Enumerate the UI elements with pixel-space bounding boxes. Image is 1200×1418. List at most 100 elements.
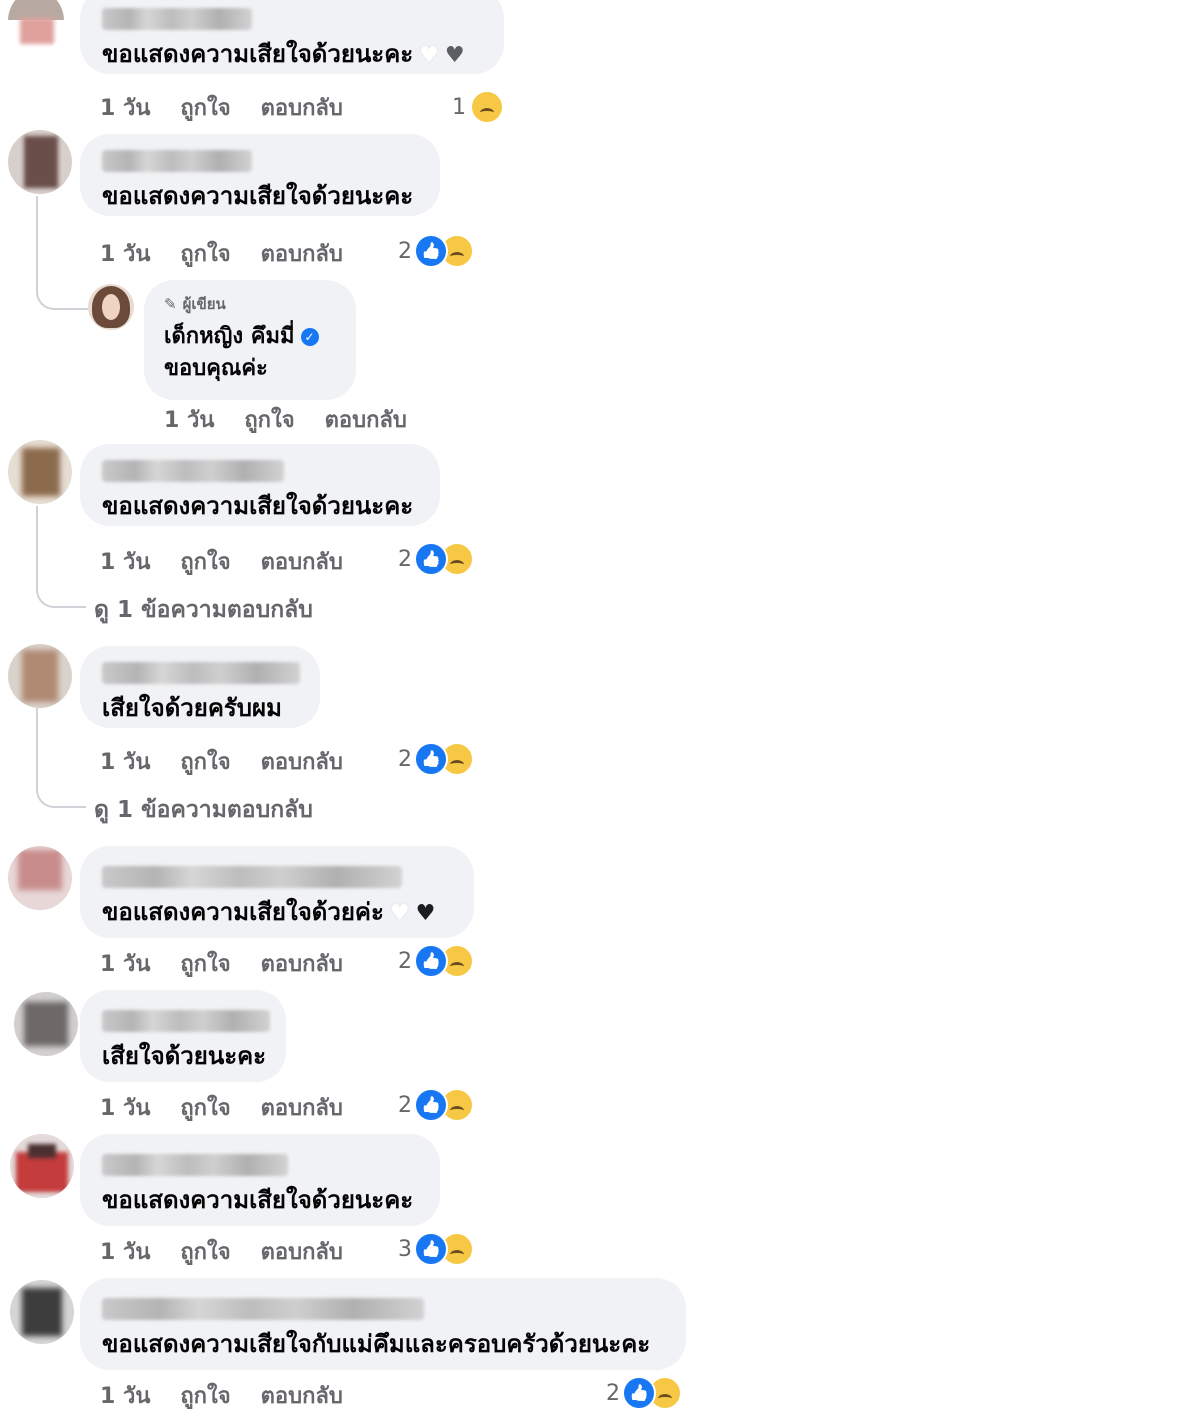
avatar[interactable] [8, 644, 72, 708]
reaction-summary[interactable]: 2 [398, 944, 474, 978]
commenter-name[interactable] [102, 1154, 288, 1176]
commenter-name[interactable] [102, 662, 300, 684]
like-button[interactable]: ถูกใจ [180, 90, 230, 125]
comment-time[interactable]: 1 วัน [100, 946, 150, 981]
avatar[interactable] [8, 846, 72, 910]
reaction-count: 2 [398, 948, 412, 974]
avatar[interactable] [8, 0, 64, 52]
white-heart-icon: ♥ [389, 901, 410, 926]
like-button[interactable]: ถูกใจ [180, 1090, 230, 1125]
comment-text: ขอแสดงความเสียใจกับแม่คึมและครอบครัวด้วย… [102, 1330, 651, 1358]
reaction-summary[interactable]: 1 [452, 90, 504, 124]
reaction-count: 2 [398, 1092, 412, 1118]
commenter-name[interactable] [102, 150, 252, 172]
comment-bubble: ขอแสดงความเสียใจกับแม่คึมและครอบครัวด้วย… [80, 1278, 686, 1370]
comment-actions: 1 วัน ถูกใจ ตอบกลับ [100, 744, 343, 779]
avatar[interactable] [10, 1134, 74, 1198]
white-heart-icon: ♥ [419, 43, 439, 68]
reaction-summary[interactable]: 2 [606, 1376, 682, 1410]
commenter-name[interactable] [102, 8, 252, 30]
thread-line [36, 506, 86, 608]
reply-button[interactable]: ตอบกลับ [261, 1234, 343, 1269]
like-button[interactable]: ถูกใจ [180, 1234, 230, 1269]
black-heart-icon: ♥ [415, 901, 436, 926]
comment-bubble: ขอแสดงความเสียใจด้วยนะคะ [80, 134, 440, 216]
comment-time[interactable]: 1 วัน [100, 90, 150, 125]
author-reply-text: ขอบคุณค่ะ [164, 356, 268, 381]
comment-text: ขอแสดงความเสียใจด้วยนะคะ [102, 1186, 414, 1214]
comment-actions: 1 วัน ถูกใจ ตอบกลับ [100, 544, 343, 579]
sad-reaction-icon [470, 90, 504, 124]
avatar[interactable] [10, 1280, 74, 1344]
like-button[interactable]: ถูกใจ [180, 544, 230, 579]
like-reaction-icon [414, 1232, 448, 1266]
thread-line [36, 196, 88, 310]
comment-actions: 1 วัน ถูกใจ ตอบกลับ [100, 946, 343, 981]
comment-time[interactable]: 1 วัน [164, 402, 214, 437]
reaction-summary[interactable]: 2 [398, 742, 474, 776]
comment-actions: 1 วัน ถูกใจ ตอบกลับ [100, 236, 343, 271]
comment-actions: 1 วัน ถูกใจ ตอบกลับ [100, 1378, 343, 1413]
thread-line [36, 708, 86, 808]
reaction-summary[interactable]: 2 [398, 234, 474, 268]
reply-button[interactable]: ตอบกลับ [261, 744, 343, 779]
reply-button[interactable]: ตอบกลับ [261, 1378, 343, 1413]
pencil-icon: ✎ [164, 295, 177, 313]
avatar[interactable] [8, 130, 72, 194]
comment-bubble: ขอแสดงความเสียใจด้วยนะคะ [80, 1134, 440, 1226]
comment-bubble: เสียใจด้วยนะคะ [80, 990, 286, 1082]
comment-time[interactable]: 1 วัน [100, 236, 150, 271]
reaction-count: 2 [606, 1380, 620, 1406]
like-button[interactable]: ถูกใจ [180, 744, 230, 779]
comment-text: ขอแสดงความเสียใจด้วยค่ะ [102, 898, 384, 926]
author-reply-actions: 1 วัน ถูกใจ ตอบกลับ [164, 402, 407, 437]
like-button[interactable]: ถูกใจ [180, 946, 230, 981]
commenter-name[interactable] [102, 866, 402, 888]
comment-bubble: เสียใจด้วยครับผม [80, 646, 320, 728]
reaction-count: 3 [398, 1236, 412, 1262]
avatar[interactable] [14, 992, 78, 1056]
view-replies-link[interactable]: ดู 1 ข้อความตอบกลับ [94, 592, 313, 628]
reply-button[interactable]: ตอบกลับ [325, 402, 407, 437]
like-reaction-icon [414, 944, 448, 978]
comment-bubble: ขอแสดงความเสียใจด้วยนะคะ [80, 444, 440, 526]
commenter-name[interactable] [102, 460, 284, 482]
reaction-summary[interactable]: 2 [398, 542, 474, 576]
commenter-name[interactable] [102, 1010, 270, 1032]
reply-button[interactable]: ตอบกลับ [261, 946, 343, 981]
comment-time[interactable]: 1 วัน [100, 1378, 150, 1413]
comment-time[interactable]: 1 วัน [100, 1234, 150, 1269]
comment-time[interactable]: 1 วัน [100, 1090, 150, 1125]
like-reaction-icon [414, 542, 448, 576]
reply-button[interactable]: ตอบกลับ [261, 1090, 343, 1125]
author-badge-label: ผู้เขียน [182, 295, 226, 313]
verified-badge-icon: ✓ [300, 328, 319, 346]
author-avatar[interactable] [88, 284, 134, 330]
author-name[interactable]: เด็กหญิง คึมมี่ [164, 324, 295, 349]
reaction-count: 2 [398, 238, 412, 264]
comment-text: ขอแสดงความเสียใจด้วยนะคะ [102, 492, 414, 520]
like-reaction-icon [414, 742, 448, 776]
reply-button[interactable]: ตอบกลับ [261, 236, 343, 271]
comment-text: เสียใจด้วยครับผม [102, 694, 282, 722]
comment-time[interactable]: 1 วัน [100, 744, 150, 779]
reaction-count: 2 [398, 746, 412, 772]
avatar[interactable] [8, 440, 72, 504]
reaction-summary[interactable]: 3 [398, 1232, 474, 1266]
like-button[interactable]: ถูกใจ [244, 402, 294, 437]
comment-actions: 1 วัน ถูกใจ ตอบกลับ [100, 90, 343, 125]
comment-text: ขอแสดงความเสียใจด้วยนะคะ [102, 182, 414, 210]
like-button[interactable]: ถูกใจ [180, 236, 230, 271]
comment-bubble: ขอแสดงความเสียใจด้วยนะคะ ♥ ♥ [80, 0, 504, 74]
commenter-name[interactable] [102, 1298, 424, 1320]
reply-button[interactable]: ตอบกลับ [261, 90, 343, 125]
like-reaction-icon [414, 234, 448, 268]
comment-text: เสียใจด้วยนะคะ [102, 1042, 267, 1070]
view-replies-link[interactable]: ดู 1 ข้อความตอบกลับ [94, 792, 313, 828]
comment-time[interactable]: 1 วัน [100, 544, 150, 579]
reply-button[interactable]: ตอบกลับ [261, 544, 343, 579]
comment-bubble: ขอแสดงความเสียใจด้วยค่ะ ♥ ♥ [80, 846, 474, 938]
comment-text: ขอแสดงความเสียใจด้วยนะคะ [102, 40, 414, 68]
like-button[interactable]: ถูกใจ [180, 1378, 230, 1413]
reaction-summary[interactable]: 2 [398, 1088, 474, 1122]
